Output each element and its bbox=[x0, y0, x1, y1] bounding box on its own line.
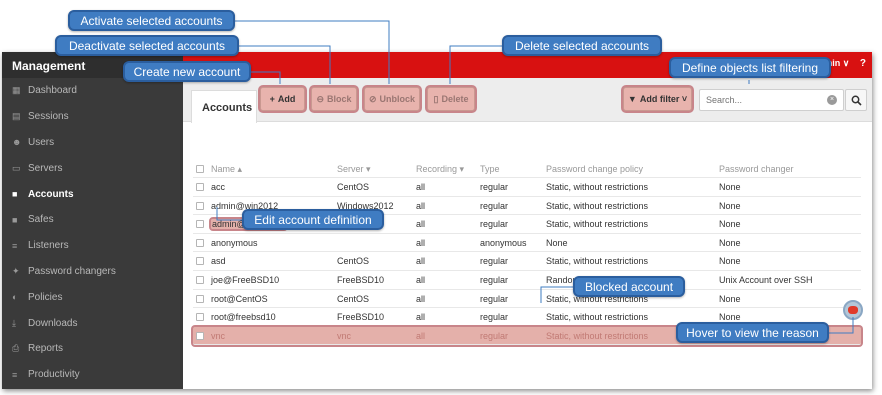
callout-activate: Activate selected accounts bbox=[68, 10, 235, 31]
callout-hover: Hover to view the reason bbox=[676, 322, 829, 343]
callout-filter: Define objects list filtering bbox=[669, 57, 831, 78]
callout-delete: Delete selected accounts bbox=[502, 35, 662, 56]
callout-create: Create new account bbox=[123, 61, 251, 82]
callout-edit: Edit account definition bbox=[242, 209, 384, 230]
callout-blocked: Blocked account bbox=[573, 276, 685, 297]
callout-deactivate: Deactivate selected accounts bbox=[55, 35, 239, 56]
